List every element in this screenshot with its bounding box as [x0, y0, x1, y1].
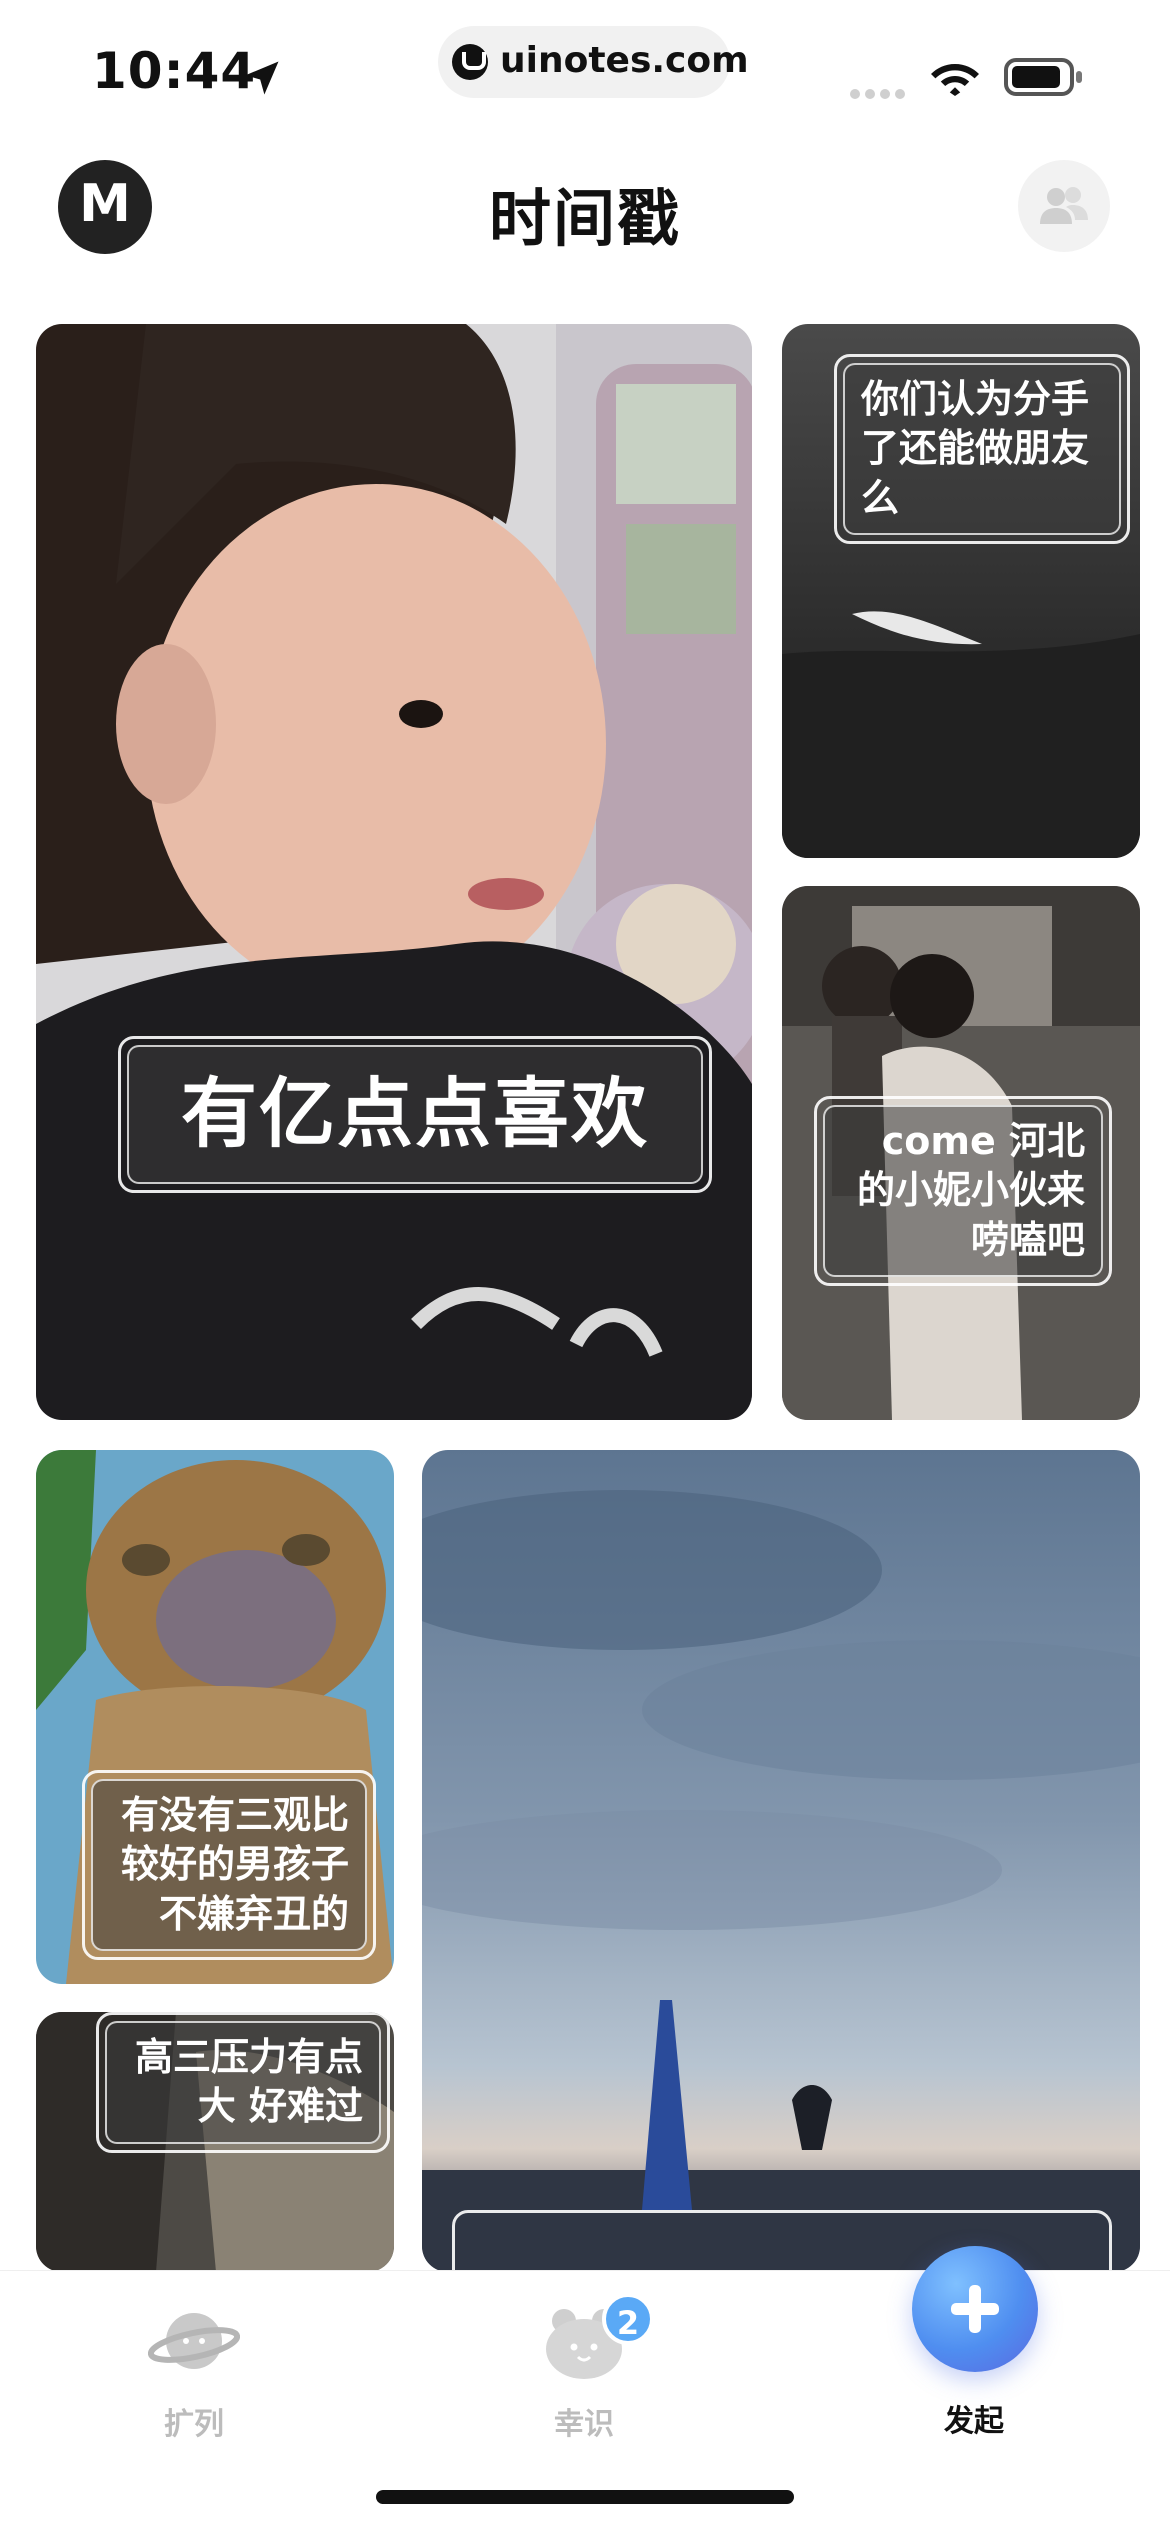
- caption-line: 的小妮小伙来: [856, 1168, 1085, 1213]
- post-card[interactable]: 有没有三观比 较好的男孩子 不嫌弃丑的: [36, 1450, 394, 1984]
- post-photo: [36, 324, 752, 1420]
- post-caption-frame: 有没有三观比 较好的男孩子 不嫌弃丑的: [82, 1770, 376, 1961]
- friends-button[interactable]: [1018, 160, 1110, 252]
- post-caption: 有没有三观比 较好的男孩子 不嫌弃丑的: [91, 1779, 367, 1952]
- notification-badge: 2: [602, 2293, 654, 2345]
- post-card[interactable]: come 河北 的小妮小伙来 唠嗑吧: [782, 886, 1140, 1420]
- create-post-button[interactable]: [912, 2246, 1038, 2372]
- status-bar: 10:44 uinotes.com: [0, 0, 1170, 130]
- post-caption-frame: 你们认为分手 了还能做朋友 么: [834, 354, 1130, 545]
- tab-label: 发起: [944, 2404, 1004, 2439]
- url-text: uinotes.com: [500, 40, 749, 81]
- post-caption-frame: 有亿点点喜欢: [118, 1036, 712, 1193]
- caption-line: 了还能做朋友: [861, 426, 1090, 471]
- caption-line: 较好的男孩子: [120, 1842, 349, 1887]
- tab-xingshi[interactable]: 2 幸识: [484, 2293, 684, 2443]
- post-card[interactable]: 你们认为分手 了还能做朋友 么: [782, 324, 1140, 858]
- site-logo-icon: [452, 44, 488, 80]
- caption-line: 你们认为分手: [861, 377, 1090, 421]
- post-photo: [422, 1450, 1140, 2272]
- home-indicator: [376, 2490, 794, 2504]
- tab-label: 扩列: [164, 2407, 224, 2442]
- caption-line: 高三压力有点: [134, 2035, 363, 2079]
- caption-line: 不嫌弃丑的: [158, 1891, 349, 1936]
- post-card[interactable]: 有亿点点喜欢: [36, 324, 752, 1420]
- post-caption-frame: come 河北 的小妮小伙来 唠嗑吧: [814, 1096, 1112, 1287]
- post-card[interactable]: [422, 1450, 1140, 2272]
- caption-line: 唠嗑吧: [970, 1217, 1085, 1262]
- page-title: 时间戳: [488, 182, 681, 255]
- post-caption: 有亿点点喜欢: [127, 1045, 703, 1184]
- planet-icon: [147, 2313, 241, 2369]
- caption-line: 么: [861, 475, 900, 520]
- url-pill[interactable]: uinotes.com: [438, 26, 749, 98]
- post-caption: 你们认为分手 了还能做朋友 么: [843, 363, 1121, 536]
- caption-line: come 河北: [881, 1119, 1085, 1163]
- battery-icon: [1004, 58, 1082, 96]
- tab-label: 幸识: [554, 2407, 614, 2442]
- status-time: 10:44: [92, 42, 257, 100]
- location-arrow-icon: [245, 61, 279, 95]
- post-caption-frame: 高三压力有点 大 好难过: [96, 2012, 390, 2153]
- caption-line: 有没有三观比: [120, 1793, 349, 1837]
- wifi-icon: [931, 64, 979, 96]
- post-caption: 高三压力有点 大 好难过: [105, 2021, 381, 2144]
- tab-kuolie[interactable]: 扩列: [94, 2301, 294, 2443]
- signal-icon: [850, 84, 914, 99]
- users-icon: [1040, 187, 1088, 224]
- caption-line: 大 好难过: [197, 2084, 363, 2129]
- post-card[interactable]: 高三压力有点 大 好难过: [36, 2012, 394, 2272]
- post-caption: come 河北 的小妮小伙来 唠嗑吧: [823, 1105, 1103, 1278]
